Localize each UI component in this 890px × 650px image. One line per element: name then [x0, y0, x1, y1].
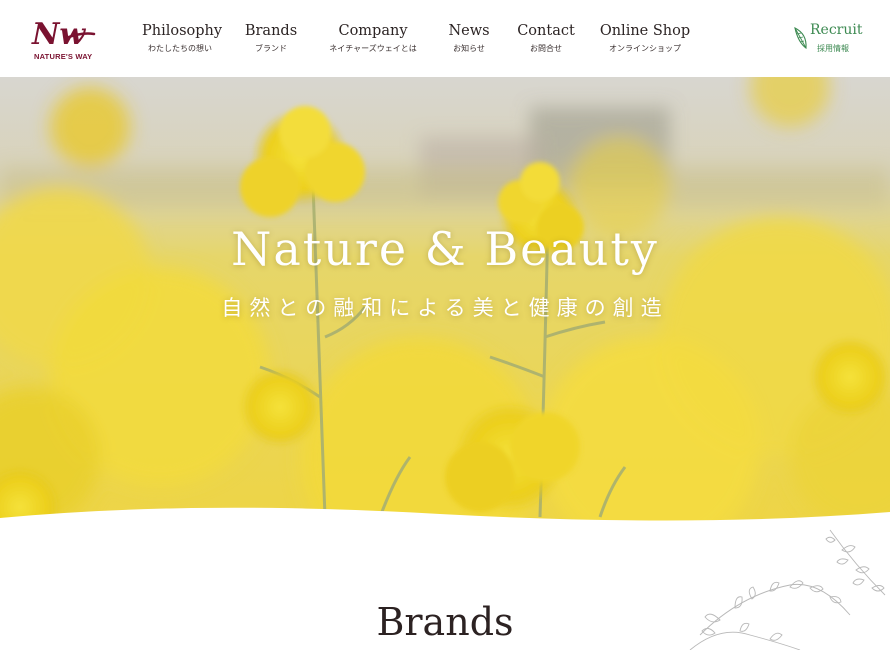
nav-item-label: News — [448, 23, 490, 39]
nav-item-contact[interactable]: Contact お問合せ — [514, 22, 578, 56]
nav-item-label: Philosophy — [142, 23, 223, 39]
hero-subtitle: 自然との融和による美と健康の創造 — [221, 296, 669, 320]
nav-item-sublabel: お問合せ — [530, 44, 562, 53]
nav-item-label: Contact — [517, 23, 575, 39]
nav-item-sublabel: ブランド — [255, 44, 287, 53]
nav-item-philosophy[interactable]: Philosophy わたしたちの想い — [142, 22, 223, 56]
leaf-icon — [794, 26, 807, 50]
nav-item-company[interactable]: Company ネイチャーズウェイとは — [322, 22, 424, 56]
main-nav: Philosophy わたしたちの想い Brands ブランド Company … — [0, 22, 890, 62]
hero-banner: Nature & Beauty 自然との融和による美と健康の創造 — [0, 77, 890, 527]
recruit-sublabel: 採用情報 — [817, 44, 849, 53]
nav-item-brands[interactable]: Brands ブランド — [244, 22, 298, 56]
nav-item-sublabel: オンラインショップ — [609, 44, 681, 53]
nav-item-online-shop[interactable]: Online Shop オンラインショップ — [598, 22, 692, 56]
recruit-label: Recruit — [810, 22, 863, 38]
nav-item-label: Online Shop — [599, 23, 691, 39]
brands-heading: Brands — [376, 600, 514, 644]
nav-item-news[interactable]: News お知らせ — [446, 22, 492, 56]
nav-item-sublabel: わたしたちの想い — [148, 44, 212, 53]
nav-item-sublabel: ネイチャーズウェイとは — [329, 44, 417, 53]
site-header: Nw NATURE'S WAY Philosophy わたしたちの想い Bran… — [0, 0, 890, 77]
hero-title: Nature & Beauty — [231, 222, 659, 276]
nav-item-label: Brands — [244, 23, 298, 39]
nav-item-sublabel: お知らせ — [453, 44, 485, 53]
nav-item-label: Company — [338, 23, 408, 39]
recruit-link[interactable]: Recruit 採用情報 — [790, 22, 870, 56]
